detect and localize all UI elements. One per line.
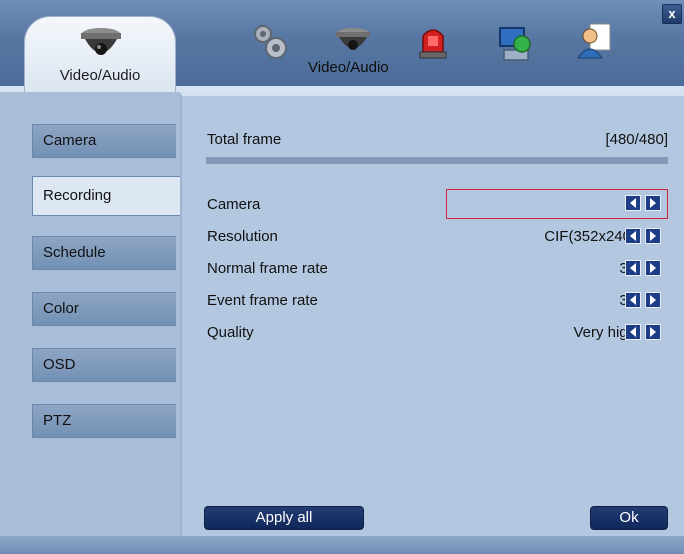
nav-item-ptz[interactable]: PTZ (32, 404, 176, 438)
settings-gears-icon[interactable] (250, 22, 288, 62)
arrow-right-icon (650, 295, 656, 305)
resolution-next-button[interactable] (645, 228, 661, 244)
nav-item-color[interactable]: Color (32, 292, 176, 326)
network-icon[interactable] (496, 24, 534, 64)
arrow-right-icon (650, 327, 656, 337)
dome-camera-icon (81, 28, 121, 55)
event-frame-rate-label: Event frame rate (207, 292, 318, 309)
arrow-left-icon (630, 263, 636, 273)
arrow-right-icon (650, 198, 656, 208)
quality-prev-button[interactable] (625, 324, 641, 340)
nav-item-osd[interactable]: OSD (32, 348, 176, 382)
nav-item-recording[interactable]: Recording (32, 176, 184, 216)
quality-next-button[interactable] (645, 324, 661, 340)
resolution-prev-button[interactable] (625, 228, 641, 244)
camera-next-button[interactable] (645, 195, 661, 211)
hover-tab-label: Video/Audio (308, 59, 389, 76)
close-button[interactable]: x (662, 4, 682, 24)
arrow-left-icon (630, 198, 636, 208)
total-frame-label: Total frame (207, 131, 282, 148)
tab-video-audio[interactable]: Video/Audio (24, 16, 176, 92)
normal-frame-rate-prev-button[interactable] (625, 260, 641, 276)
alarm-icon[interactable] (414, 22, 452, 62)
tab-video-audio-label: Video/Audio (59, 67, 141, 84)
total-frame-value: [480/480] (605, 131, 668, 148)
nav-item-schedule[interactable]: Schedule (32, 236, 176, 270)
normal-frame-rate-label: Normal frame rate (207, 260, 328, 277)
event-frame-rate-next-button[interactable] (645, 292, 661, 308)
dvr-settings-window: Video/Audio Video/Audio x Camera Recordi… (0, 0, 684, 554)
arrow-left-icon (630, 295, 636, 305)
resolution-value: CIF(352x240) (544, 228, 636, 245)
quality-label: Quality (207, 324, 254, 341)
camera-icon[interactable] (334, 24, 372, 64)
arrow-left-icon (630, 327, 636, 337)
event-frame-rate-prev-button[interactable] (625, 292, 641, 308)
arrow-right-icon (650, 263, 656, 273)
camera-label: Camera (207, 196, 261, 213)
total-frame-bar (206, 157, 668, 164)
arrow-left-icon (630, 231, 636, 241)
user-icon[interactable] (576, 22, 614, 62)
normal-frame-rate-next-button[interactable] (645, 260, 661, 276)
apply-all-button[interactable]: Apply all (204, 506, 364, 530)
bottom-bar (0, 536, 684, 554)
nav-item-camera[interactable]: Camera (32, 124, 176, 158)
resolution-label: Resolution (207, 228, 278, 245)
arrow-right-icon (650, 231, 656, 241)
ok-button[interactable]: Ok (590, 506, 668, 530)
camera-prev-button[interactable] (625, 195, 641, 211)
